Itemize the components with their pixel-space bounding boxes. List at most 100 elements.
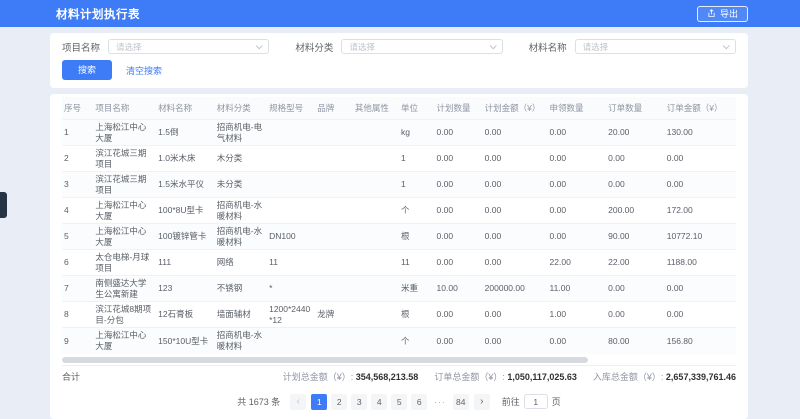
table-cell: 20.00	[606, 120, 665, 146]
table-cell	[353, 224, 399, 250]
column-header: 品牌	[315, 97, 353, 120]
table-cell: 墙面辅材	[215, 302, 267, 328]
clear-search-button[interactable]: 清空搜索	[126, 64, 162, 77]
table-cell: 0.00	[665, 302, 736, 328]
summary-item-label: 计划总金额（¥）:	[283, 372, 356, 382]
table-cell: 1	[399, 172, 435, 198]
filter-label: 材料名称	[529, 40, 567, 54]
table-cell: 111	[156, 250, 215, 276]
pager-page-6[interactable]: 6	[411, 394, 427, 410]
table-cell: 1	[399, 146, 435, 172]
pager-page-3[interactable]: 3	[351, 394, 367, 410]
pager-prev-icon[interactable]: ‹	[290, 394, 306, 410]
pager-next-icon[interactable]: ›	[474, 394, 490, 410]
table-cell	[353, 328, 399, 354]
pager-page-1[interactable]: 1	[311, 394, 327, 410]
summary-label: 合计	[62, 370, 80, 383]
table-cell: 0.00	[435, 198, 483, 224]
table-cell: 0.00	[435, 250, 483, 276]
table-cell: 0.00	[483, 328, 548, 354]
table-cell: 未分类	[215, 172, 267, 198]
pagination-goto: 前往 页	[502, 394, 561, 409]
table-cell: 个	[399, 198, 435, 224]
table-row: 4上海松江中心大厦100*8U型卡招商机电-水暖材料个0.000.000.002…	[62, 198, 736, 224]
pager-page-84[interactable]: 84	[453, 394, 469, 410]
table-cell: 0.00	[483, 302, 548, 328]
table-row: 2滨江花城三期项目1.0米木床木分类10.000.000.000.000.00	[62, 146, 736, 172]
summary-item-label: 订单总金额（¥）:	[434, 372, 507, 382]
table-cell: 12石膏板	[156, 302, 215, 328]
table-cell: 22.00	[606, 250, 665, 276]
table-cell: 80.00	[606, 328, 665, 354]
summary-item-label: 入库总金额（¥）:	[593, 372, 666, 382]
table-cell	[267, 198, 315, 224]
pager-page-5[interactable]: 5	[391, 394, 407, 410]
table-cell: 2	[62, 146, 93, 172]
summary-item: 入库总金额（¥）: 2,657,339,761.46	[593, 370, 736, 383]
table-cell	[315, 172, 353, 198]
table-cell: 网络	[215, 250, 267, 276]
table-cell: 11.00	[548, 276, 607, 302]
horizontal-scrollbar[interactable]	[62, 357, 736, 363]
export-button[interactable]: 导出	[697, 6, 748, 22]
table-cell: 0.00	[665, 172, 736, 198]
goto-page-input[interactable]	[524, 394, 548, 409]
table-cell	[353, 198, 399, 224]
pager-ellipsis[interactable]: ···	[431, 394, 449, 410]
table-cell: 滨江花城8期项目-分包	[93, 302, 156, 328]
table-cell: 5	[62, 224, 93, 250]
column-header: 计划金额（¥）	[483, 97, 548, 120]
pagination: 共 1673 条 ‹ 123456···84 › 前往 页	[62, 387, 736, 417]
main-content: 项目名称请选择材料分类请选择材料名称请选择 搜索 清空搜索 序号项目名称材料名称…	[50, 33, 748, 419]
summary-item: 订单总金额（¥）: 1,050,117,025.63	[434, 370, 577, 383]
column-header: 申领数量	[548, 97, 607, 120]
column-header: 计划数量	[435, 97, 483, 120]
filter-panel: 项目名称请选择材料分类请选择材料名称请选择 搜索 清空搜索	[50, 33, 748, 88]
pager-page-4[interactable]: 4	[371, 394, 387, 410]
filter-group-project-name: 项目名称请选择	[62, 39, 269, 54]
column-header: 其他属性	[353, 97, 399, 120]
column-header: 规格型号	[267, 97, 315, 120]
search-button[interactable]: 搜索	[62, 60, 112, 80]
table-cell: 南侧盛达大学生公寓新建	[93, 276, 156, 302]
table-cell: 0.00	[606, 302, 665, 328]
table-cell	[353, 120, 399, 146]
table-cell: 0.00	[548, 172, 607, 198]
table-cell: 0.00	[435, 224, 483, 250]
table-cell: 10772.10	[665, 224, 736, 250]
column-header: 序号	[62, 97, 93, 120]
table-cell: 根	[399, 224, 435, 250]
pager-page-2[interactable]: 2	[331, 394, 347, 410]
filter-select-material-category[interactable]: 请选择	[341, 39, 502, 54]
table-cell: 0.00	[435, 328, 483, 354]
filter-group-material-category: 材料分类请选择	[295, 39, 502, 54]
filter-label: 材料分类	[295, 40, 333, 54]
table-cell	[315, 146, 353, 172]
table-cell: 招商机电-电气材料	[215, 120, 267, 146]
table-panel: 序号项目名称材料名称材料分类规格型号品牌其他属性单位计划数量计划金额（¥）申领数…	[50, 94, 748, 419]
table-cell: 上海松江中心大厦	[93, 198, 156, 224]
filter-group-material-name: 材料名称请选择	[529, 39, 736, 54]
table-cell: 0.00	[606, 172, 665, 198]
table-cell: 9	[62, 328, 93, 354]
table-cell: 0.00	[483, 172, 548, 198]
sidebar-toggle[interactable]	[0, 192, 7, 218]
table-cell: 100镀锌管卡	[156, 224, 215, 250]
table-cell	[315, 120, 353, 146]
summary-item: 计划总金额（¥）: 354,568,213.58	[283, 370, 419, 383]
table-cell	[267, 328, 315, 354]
scrollbar-thumb[interactable]	[62, 357, 588, 363]
table-cell	[315, 328, 353, 354]
column-header: 材料名称	[156, 97, 215, 120]
table-cell: 200000.00	[483, 276, 548, 302]
filter-select-material-name[interactable]: 请选择	[575, 39, 736, 54]
pagination-total: 共 1673 条	[237, 395, 280, 408]
table-cell: 3	[62, 172, 93, 198]
table-cell: 根	[399, 302, 435, 328]
table-cell: 123	[156, 276, 215, 302]
column-header: 订单金额（¥）	[665, 97, 736, 120]
table-cell: 1.5米水平仪	[156, 172, 215, 198]
table-cell: 7	[62, 276, 93, 302]
filter-select-project-name[interactable]: 请选择	[108, 39, 269, 54]
table-cell: 招商机电-水暖材料	[215, 224, 267, 250]
